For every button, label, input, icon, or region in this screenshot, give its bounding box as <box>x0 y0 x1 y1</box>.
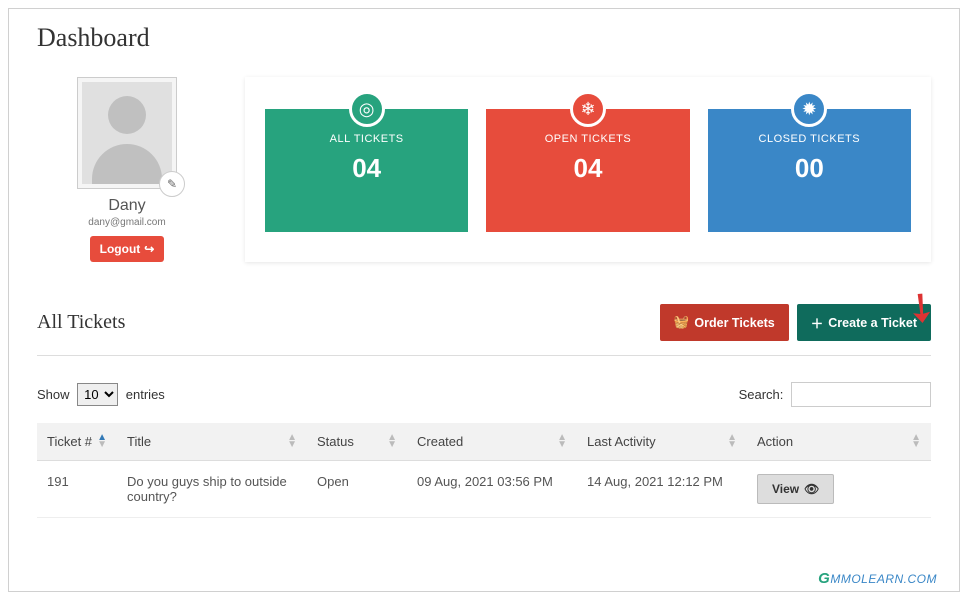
table-controls: Show 10 entries Search: <box>37 382 931 407</box>
view-button[interactable]: View 👁 <box>757 474 834 504</box>
cell-status: Open <box>307 461 407 518</box>
table-header-row: Ticket # ▲▼ Title ▲▼ Status ▲▼ Created ▲… <box>37 423 931 461</box>
section-actions: 🧺 Order Tickets ＋ Create a Ticket <box>660 304 931 341</box>
sort-icon: ▲▼ <box>557 434 567 448</box>
entries-select[interactable]: 10 <box>77 383 118 406</box>
pencil-icon: ✎ <box>167 177 177 192</box>
col-created[interactable]: Created ▲▼ <box>407 423 577 461</box>
target-icon: ◎ <box>349 91 385 127</box>
stat-card-open[interactable]: ❄ OPEN TICKETS 04 <box>486 109 689 232</box>
watermark: GMMOLEARN.COM <box>818 570 937 587</box>
stats-panel: ◎ ALL TICKETS 04 ❄ OPEN TICKETS 04 ✹ CLO… <box>245 77 931 262</box>
search-box: Search: <box>739 382 931 407</box>
avatar <box>77 77 177 189</box>
page-title: Dashboard <box>37 23 931 53</box>
sort-icon: ▲▼ <box>287 434 297 448</box>
table-row: 191 Do you guys ship to outside country?… <box>37 461 931 518</box>
col-title[interactable]: Title ▲▼ <box>117 423 307 461</box>
stat-card-closed[interactable]: ✹ CLOSED TICKETS 00 <box>708 109 911 232</box>
snowflake-icon: ❄ <box>570 91 606 127</box>
username: Dany <box>37 197 217 215</box>
order-tickets-button[interactable]: 🧺 Order Tickets <box>660 304 789 341</box>
col-ticket-id[interactable]: Ticket # ▲▼ <box>37 423 117 461</box>
sort-icon: ▲▼ <box>387 434 397 448</box>
stat-card-all[interactable]: ◎ ALL TICKETS 04 <box>265 109 468 232</box>
view-label: View <box>772 482 799 496</box>
stat-value: 04 <box>494 153 681 184</box>
sort-icon: ▲▼ <box>97 434 107 448</box>
top-section: ✎ Dany dany@gmail.com Logout ↪ ◎ ALL TIC… <box>37 77 931 262</box>
avatar-wrap: ✎ <box>77 77 177 189</box>
sort-icon: ▲▼ <box>911 434 921 448</box>
plus-icon: ＋ <box>811 313 824 332</box>
col-status[interactable]: Status ▲▼ <box>307 423 407 461</box>
sort-icon: ▲▼ <box>727 434 737 448</box>
basket-icon: 🧺 <box>674 315 690 330</box>
stat-value: 04 <box>273 153 460 184</box>
search-label: Search: <box>739 387 784 402</box>
stat-label: OPEN TICKETS <box>494 133 681 145</box>
section-title: All Tickets <box>37 311 125 334</box>
col-action: Action ▲▼ <box>747 423 931 461</box>
eye-icon: 👁 <box>804 482 819 496</box>
col-last-activity[interactable]: Last Activity ▲▼ <box>577 423 747 461</box>
cell-ticket-id: 191 <box>37 461 117 518</box>
avatar-placeholder <box>82 82 172 184</box>
logout-icon: ↪ <box>144 242 154 256</box>
stat-value: 00 <box>716 153 903 184</box>
tickets-table: Ticket # ▲▼ Title ▲▼ Status ▲▼ Created ▲… <box>37 423 931 518</box>
seal-icon: ✹ <box>791 91 827 127</box>
show-entries: Show 10 entries <box>37 383 165 406</box>
stat-label: CLOSED TICKETS <box>716 133 903 145</box>
create-ticket-button[interactable]: ＋ Create a Ticket <box>797 304 931 341</box>
show-prefix: Show <box>37 387 70 402</box>
dashboard-page: Dashboard ✎ Dany dany@gmail.com Logout ↪ <box>8 8 960 592</box>
logout-label: Logout <box>100 242 141 256</box>
show-suffix: entries <box>126 387 165 402</box>
section-header: All Tickets 🧺 Order Tickets ＋ Create a T… <box>37 304 931 356</box>
edit-avatar-button[interactable]: ✎ <box>159 171 185 197</box>
logout-button[interactable]: Logout ↪ <box>90 236 165 262</box>
profile-panel: ✎ Dany dany@gmail.com Logout ↪ <box>37 77 217 262</box>
cell-title: Do you guys ship to outside country? <box>117 461 307 518</box>
create-ticket-label: Create a Ticket <box>828 316 917 330</box>
user-email: dany@gmail.com <box>37 217 217 228</box>
stat-label: ALL TICKETS <box>273 133 460 145</box>
search-input[interactable] <box>791 382 931 407</box>
cell-created: 09 Aug, 2021 03:56 PM <box>407 461 577 518</box>
cell-action: View 👁 <box>747 461 931 518</box>
order-tickets-label: Order Tickets <box>694 316 774 330</box>
cell-last-activity: 14 Aug, 2021 12:12 PM <box>577 461 747 518</box>
